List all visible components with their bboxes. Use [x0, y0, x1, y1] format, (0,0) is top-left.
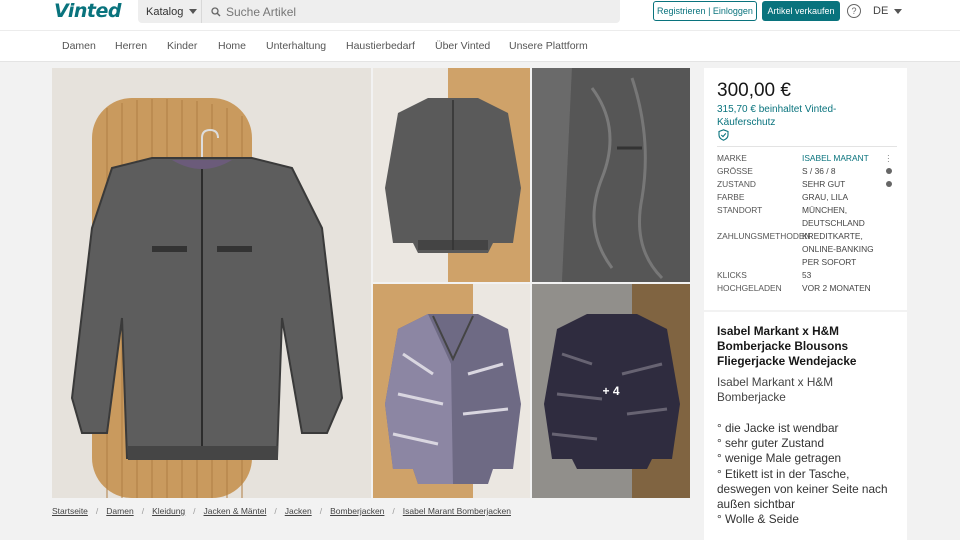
breadcrumb-item[interactable]: Damen: [106, 506, 133, 516]
price-with-protection[interactable]: 315,70 € beinhaltet Vinted-Käuferschutz: [717, 103, 867, 129]
breadcrumb-item[interactable]: Bomberjacken: [330, 506, 384, 516]
detail-key: MARKE: [717, 153, 747, 163]
nav-item-damen[interactable]: Damen: [62, 40, 96, 52]
chevron-down-icon: [189, 9, 198, 14]
top-bar: Vinted Katalog Registrieren | Einloggen …: [0, 0, 960, 30]
breadcrumb-item[interactable]: Startseite: [52, 506, 88, 516]
language-label: DE: [873, 5, 889, 17]
breadcrumb-item[interactable]: Jacken & Mäntel: [204, 506, 267, 516]
breadcrumb-item[interactable]: Jacken: [285, 506, 312, 516]
catalog-dropdown[interactable]: Katalog: [138, 0, 202, 23]
detail-value: VOR 2 MONATEN: [802, 283, 871, 293]
item-description-panel: Isabel Markant x H&M Bomberjacke Blouson…: [704, 312, 907, 540]
nav-item-kinder[interactable]: Kinder: [167, 40, 197, 52]
question-circle-icon[interactable]: ?: [847, 4, 861, 18]
breadcrumb: Startseite / Damen / Kleidung / Jacken &…: [52, 506, 511, 516]
detail-value[interactable]: ISABEL MARANT: [802, 152, 890, 165]
item-title: Isabel Markant x H&M Bomberjacke Blouson…: [717, 324, 857, 368]
info-icon[interactable]: [886, 181, 892, 187]
nav-item-home[interactable]: Home: [218, 40, 246, 52]
detail-value: GRAU, LILA: [802, 192, 849, 202]
breadcrumb-separator: /: [319, 506, 323, 516]
detail-key: KLICKS: [717, 270, 747, 280]
photo-5[interactable]: + 4: [532, 284, 690, 498]
nav-item-haustierbedarf[interactable]: Haustierbedarf: [346, 40, 415, 52]
photo-gallery: + 4: [52, 68, 690, 498]
more-photos-overlay[interactable]: + 4: [532, 284, 690, 498]
nav-item-unterhaltung[interactable]: Unterhaltung: [266, 40, 326, 52]
sell-item-button[interactable]: Artikel verkaufen: [762, 1, 840, 21]
shield-check-icon: [718, 128, 729, 141]
item-details-panel: 300,00 € 315,70 € beinhaltet Vinted-Käuf…: [704, 68, 907, 310]
language-selector[interactable]: DE: [873, 5, 903, 17]
detail-key: ZAHLUNGSMETHODEN: [717, 231, 811, 241]
search-bar: Katalog: [138, 0, 620, 23]
nav-item-herren[interactable]: Herren: [115, 40, 147, 52]
detail-key: STANDORT: [717, 205, 763, 215]
search-icon: [211, 6, 221, 17]
breadcrumb-separator: /: [141, 506, 145, 516]
detail-value: MÜNCHEN, DEUTSCHLAND: [802, 205, 865, 228]
detail-value: S / 36 / 8: [802, 166, 836, 176]
description-line: ° Etikett ist in der Tasche, deswegen vo…: [717, 466, 888, 512]
search-input[interactable]: [226, 4, 606, 19]
register-login-button[interactable]: Registrieren | Einloggen: [653, 1, 757, 21]
detail-key: ZUSTAND: [717, 179, 756, 189]
description-line: ° sehr guter Zustand: [717, 436, 825, 451]
detail-key: HOCHGELADEN: [717, 283, 782, 293]
nav-item-unsere-plattform[interactable]: Unsere Plattform: [509, 40, 588, 52]
item-subtitle: Isabel Markant x H&M Bomberjacke: [717, 375, 834, 404]
item-price: 300,00 €: [717, 80, 791, 101]
main-photo[interactable]: [52, 68, 371, 498]
photo-3[interactable]: [532, 68, 690, 282]
description-line: ° Wolle & Seide: [717, 512, 799, 527]
chevron-down-icon: [894, 8, 903, 14]
item-description: ° die Jacke ist wendbar ° sehr guter Zus…: [717, 421, 897, 527]
description-line: ° wenige Male getragen: [717, 451, 842, 466]
detail-value: KREDITKARTE, ONLINE-BANKING PER SOFORT: [802, 231, 874, 267]
breadcrumb-separator: /: [392, 506, 395, 516]
breadcrumb-separator: /: [95, 506, 99, 516]
nav-item-ueber-vinted[interactable]: Über Vinted: [435, 40, 490, 52]
description-line: ° die Jacke ist wendbar: [717, 421, 839, 435]
breadcrumb-item[interactable]: Kleidung: [152, 506, 185, 516]
photo-2[interactable]: [373, 68, 530, 282]
breadcrumb-separator: /: [274, 506, 277, 516]
detail-key: GRÖSSE: [717, 166, 753, 176]
breadcrumb-separator: /: [193, 506, 196, 516]
divider: [717, 146, 897, 147]
detail-key: FARBE: [717, 192, 745, 202]
photo-4[interactable]: [373, 284, 530, 498]
catalog-label: Katalog: [146, 5, 184, 18]
category-nav: Damen Herren Kinder Home Unterhaltung Ha…: [0, 30, 960, 62]
detail-value: 53: [802, 270, 812, 280]
breadcrumb-item[interactable]: Isabel Marant Bomberjacken: [403, 506, 511, 516]
vinted-logo[interactable]: Vinted: [54, 0, 121, 22]
more-options-icon[interactable]: · · ·: [887, 152, 891, 166]
detail-value: SEHR GUT: [802, 179, 846, 189]
info-icon[interactable]: [886, 168, 892, 174]
